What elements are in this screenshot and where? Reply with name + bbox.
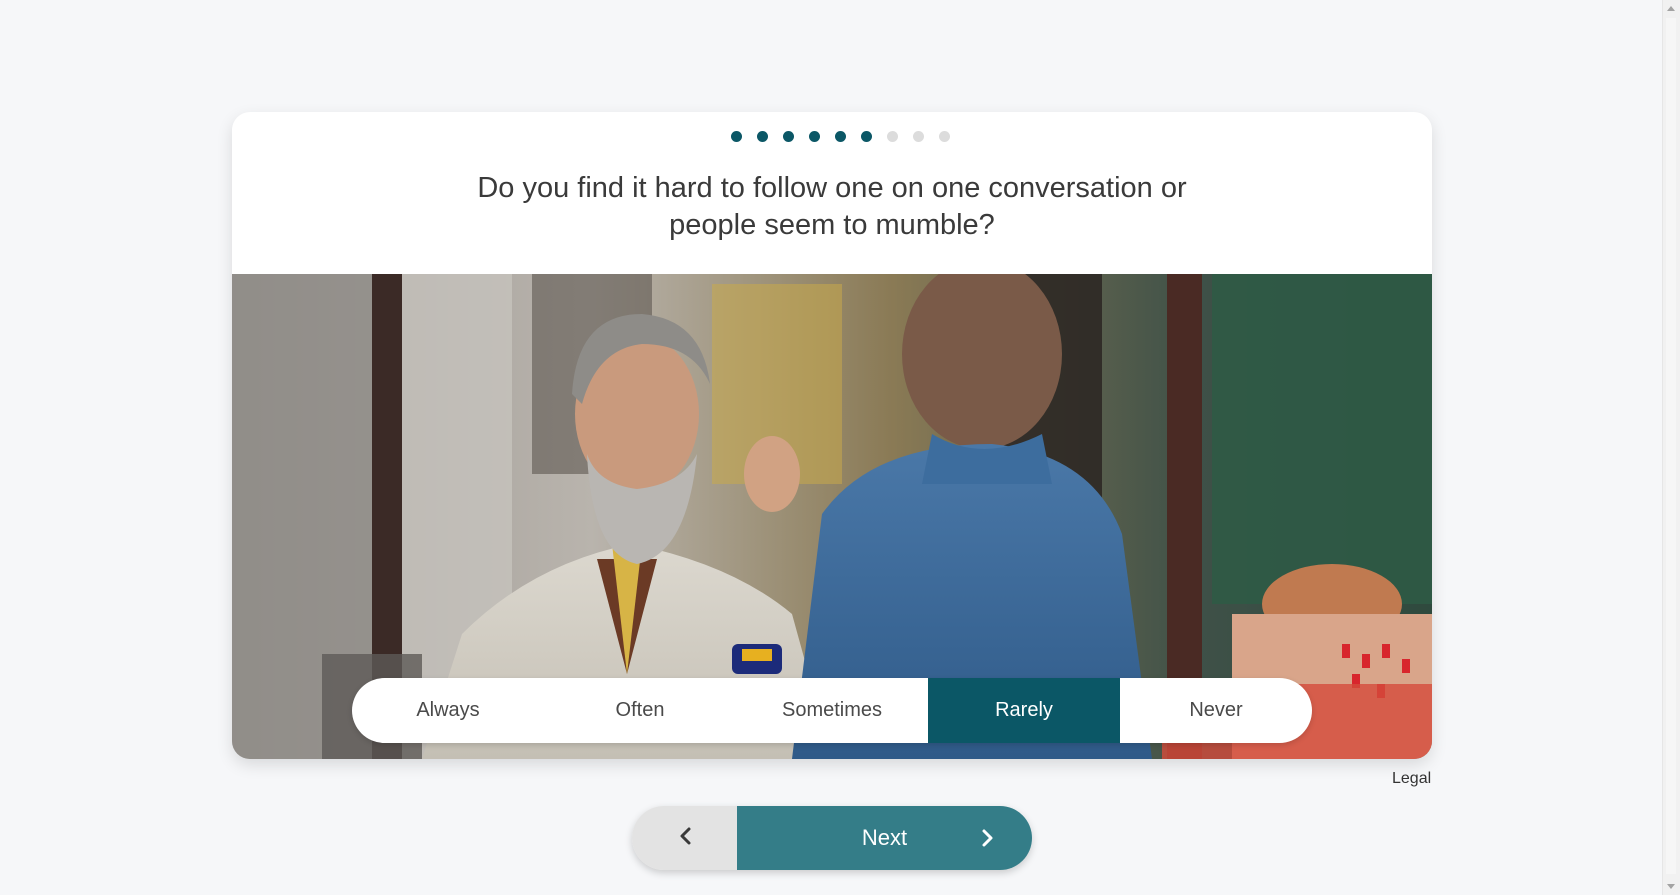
next-button[interactable]: Next [737,806,1032,870]
progress-dot [834,131,846,142]
question-text: Do you find it hard to follow one on one… [477,172,1187,241]
vertical-scrollbar[interactable] [1662,0,1680,895]
scroll-up-arrow-icon[interactable] [1667,6,1675,11]
question-heading: Do you find it hard to follow one on one… [232,170,1432,244]
navigation-bar: Next [632,806,1032,870]
progress-dot [782,131,794,142]
back-button[interactable] [632,806,737,870]
answer-often[interactable]: Often [544,678,736,743]
progress-dot [938,131,950,142]
answer-rarely[interactable]: Rarely [928,678,1120,743]
progress-dot [912,131,924,142]
scrollbar-thumb[interactable] [1666,18,1676,874]
next-button-label: Next [861,825,908,850]
progress-dot [808,131,820,142]
progress-dot [756,131,768,142]
scroll-down-arrow-icon[interactable] [1667,884,1675,889]
legal-link[interactable]: Legal [1392,770,1431,788]
chevron-right-icon [980,828,996,854]
progress-dot [860,131,872,142]
answer-options: Always Often Sometimes Rarely Never [352,678,1312,743]
progress-dot [886,131,898,142]
progress-dot [730,131,742,142]
answer-sometimes[interactable]: Sometimes [736,678,928,743]
page: Do you find it hard to follow one on one… [0,0,1680,895]
answer-never[interactable]: Never [1120,678,1312,743]
answer-always[interactable]: Always [352,678,544,743]
progress-dots [0,131,1680,142]
chevron-left-icon [677,826,693,851]
